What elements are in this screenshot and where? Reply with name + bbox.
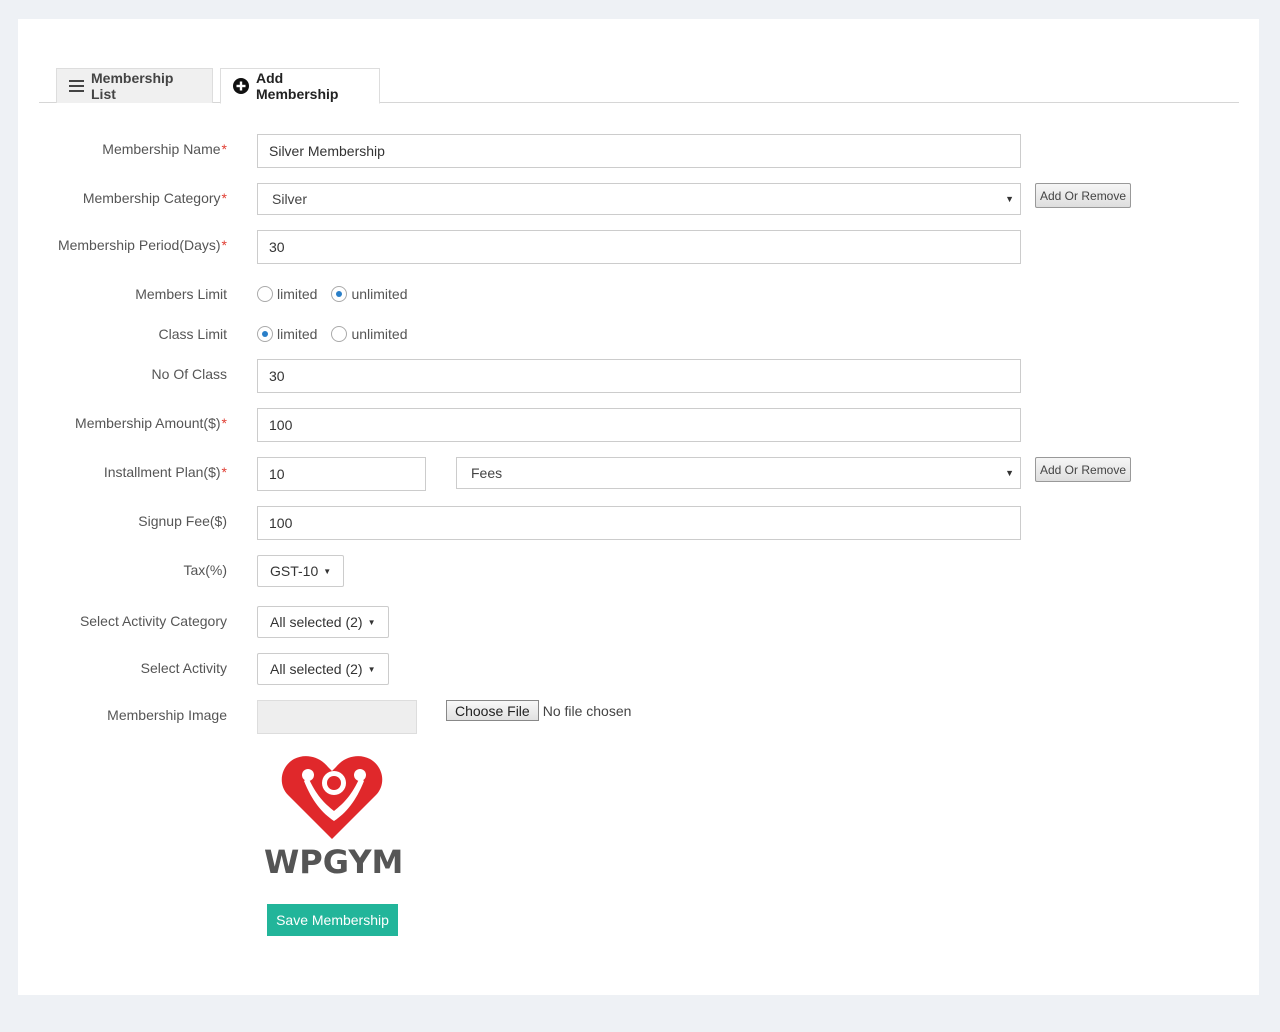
radio-circle <box>331 326 348 342</box>
no-of-class-input[interactable]: 30 <box>257 359 1021 393</box>
radio-circle-selected <box>331 286 348 302</box>
membership-amount-input[interactable]: 100 <box>257 408 1021 442</box>
tab-add-membership[interactable]: Add Membership <box>220 68 380 104</box>
class-limit-radio-group: limited unlimited <box>257 326 422 342</box>
caret-down-icon: ▼ <box>367 664 376 674</box>
selected-value: Fees <box>471 465 503 481</box>
wpgym-logo-text: WPGYM <box>264 843 404 881</box>
class-limit-label: Class Limit <box>158 326 227 342</box>
dropdown-value: GST-10 <box>270 563 319 579</box>
tab-membership-list[interactable]: Membership List <box>56 68 213 103</box>
membership-period-label: Membership Period(Days)* <box>57 237 227 253</box>
tab-bar: Membership List Add Membership <box>39 67 1239 104</box>
caret-down-icon: ▼ <box>323 566 332 576</box>
plus-circle-icon <box>233 78 249 94</box>
membership-category-select[interactable]: Silver ▼ <box>257 183 1021 215</box>
choose-file-button[interactable]: Choose File <box>446 700 539 721</box>
signup-fee-input[interactable]: 100 <box>257 506 1021 540</box>
tab-label: Membership List <box>91 70 174 102</box>
installment-amount-input[interactable]: 10 <box>257 457 426 491</box>
radio-label: limited <box>277 286 318 302</box>
membership-name-label: Membership Name* <box>102 141 227 157</box>
membership-image-label: Membership Image <box>107 707 227 723</box>
no-of-class-label: No Of Class <box>151 366 227 382</box>
chevron-down-icon: ▼ <box>1005 468 1014 478</box>
chevron-down-icon: ▼ <box>1005 194 1014 204</box>
content-panel: Membership List Add Membership Membershi… <box>18 19 1259 995</box>
radio-circle-selected <box>257 326 273 342</box>
installment-plan-label: Installment Plan($)* <box>103 464 227 480</box>
tax-label: Tax(%) <box>183 562 227 578</box>
members-limit-limited-radio[interactable]: limited <box>257 286 317 302</box>
save-membership-button[interactable]: Save Membership <box>267 904 398 936</box>
activity-category-dropdown[interactable]: All selected (2) ▼ <box>257 606 389 638</box>
membership-name-input[interactable]: Silver Membership <box>257 134 1021 168</box>
wpgym-logo-image <box>281 756 383 839</box>
radio-circle <box>257 286 273 302</box>
members-limit-label: Members Limit <box>135 286 227 302</box>
radio-label: unlimited <box>351 286 408 302</box>
signup-fee-label: Signup Fee($) <box>138 513 227 529</box>
membership-amount-label: Membership Amount($)* <box>75 415 227 431</box>
tab-label: Add Membership <box>256 70 339 102</box>
selected-value: Silver <box>272 191 308 207</box>
dropdown-value: All selected (2) <box>270 661 363 677</box>
installment-period-select[interactable]: Fees ▼ <box>456 457 1021 489</box>
members-limit-radio-group: limited unlimited <box>257 286 422 302</box>
caret-down-icon: ▼ <box>367 617 376 627</box>
membership-category-label: Membership Category* <box>82 190 227 206</box>
radio-label: unlimited <box>351 326 408 342</box>
class-limit-limited-radio[interactable]: limited <box>257 326 317 342</box>
add-or-remove-category-button[interactable]: Add Or Remove <box>1035 183 1132 208</box>
tax-dropdown[interactable]: GST-10 ▼ <box>257 555 345 587</box>
file-input: Choose File No file chosen <box>446 700 631 721</box>
class-limit-unlimited-radio[interactable]: unlimited <box>331 326 408 342</box>
add-or-remove-installment-button[interactable]: Add Or Remove <box>1035 457 1132 482</box>
file-status: No file chosen <box>542 702 632 719</box>
members-limit-unlimited-radio[interactable]: unlimited <box>331 286 408 302</box>
activity-dropdown[interactable]: All selected (2) ▼ <box>257 653 389 685</box>
membership-period-input[interactable]: 30 <box>257 230 1021 264</box>
radio-label: limited <box>277 326 318 342</box>
list-icon <box>69 80 84 92</box>
activity-category-label: Select Activity Category <box>79 613 227 629</box>
dropdown-value: All selected (2) <box>270 614 363 630</box>
activity-label: Select Activity <box>140 660 227 676</box>
membership-image-path-field <box>257 700 417 734</box>
